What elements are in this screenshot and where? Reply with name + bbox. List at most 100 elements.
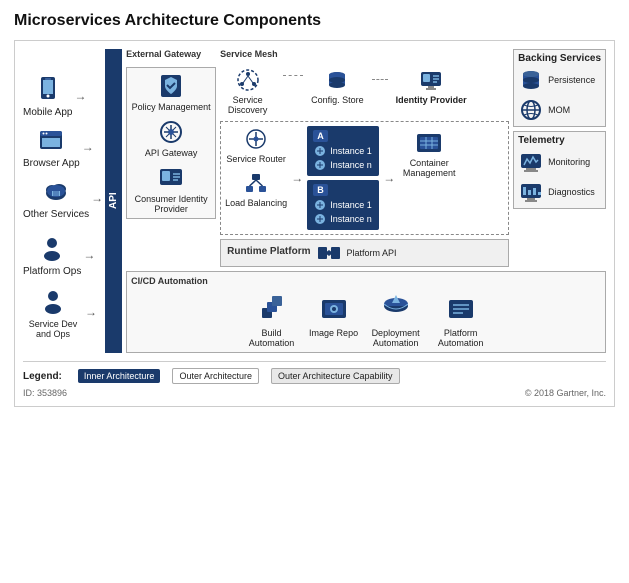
load-balancing: Load Balancing — [225, 170, 287, 208]
platform-api-label: Platform API — [346, 248, 396, 258]
clients-column: Mobile App → — [23, 49, 105, 353]
instance-a-n-label: Instance n — [330, 160, 372, 170]
client-mobile: Mobile App — [23, 73, 72, 118]
instance-a-letter: A — [313, 130, 328, 142]
container-mgmt-label: Container Management — [402, 158, 457, 178]
instance-group: A Instance 1 Instance n — [307, 126, 379, 230]
identity-provider: Identity Provider — [396, 67, 467, 105]
gateway-label: External Gateway — [126, 49, 216, 59]
arrow-to-container: → — [383, 171, 395, 185]
mobile-label: Mobile App — [23, 107, 72, 118]
telemetry-box: Telemetry — [513, 131, 606, 209]
container-mgmt: Container Management — [399, 126, 459, 178]
diagnostics-item: Diagnostics — [518, 179, 601, 205]
config-store-label: Config. Store — [311, 95, 364, 105]
legend: Legend: Inner Architecture Outer Archite… — [23, 361, 606, 384]
legend-inner-box: Inner Architecture — [78, 369, 161, 383]
arrow-browser: → — [82, 140, 94, 154]
cloud-icon — [40, 175, 72, 207]
persistence-label: Persistence — [548, 75, 595, 85]
diagnostics-label: Diagnostics — [548, 187, 595, 197]
backing-title: Backing Services — [518, 53, 601, 64]
service-discovery: Service Discovery — [220, 67, 275, 115]
mesh-top-row: Service Discovery — [220, 67, 509, 115]
page-wrapper: Microservices Architecture Components — [14, 12, 615, 407]
runtime-label: Runtime Platform — [227, 246, 310, 257]
cicd-title: CI/CD Automation — [131, 276, 601, 286]
footer: ID: 353896 © 2018 Gartner, Inc. — [23, 388, 606, 398]
instance-b-n: Instance n — [313, 212, 373, 226]
arrow-ops: → — [83, 248, 95, 262]
telemetry-items: Monitoring — [518, 149, 601, 205]
top-section-row: External Gateway Policy Management — [126, 49, 606, 267]
client-dev: Service Dev and Ops — [23, 285, 83, 339]
mom-item: MOM — [518, 97, 601, 123]
instance-a-1-label: Instance 1 — [330, 146, 372, 156]
legend-outer-cap: Outer Architecture Capability — [271, 368, 400, 384]
dev-label: Service Dev and Ops — [23, 319, 83, 339]
page-title: Microservices Architecture Components — [14, 12, 615, 30]
instance-a-1: Instance 1 — [313, 144, 373, 158]
instance-b: B Instance 1 Instance n — [307, 180, 379, 230]
mesh-area: Service Mesh — [220, 49, 509, 267]
mesh-dashed-box: Service Router — [220, 121, 509, 235]
mesh-section-label: Service Mesh — [220, 49, 509, 59]
api-gateway: API Gateway — [131, 118, 211, 158]
instance-b-letter: B — [313, 184, 328, 196]
persistence-item: Persistence — [518, 67, 601, 93]
dashed-line-2 — [372, 79, 388, 80]
arrow-mobile: → — [74, 89, 86, 103]
legend-outer: Outer Architecture — [172, 368, 259, 384]
client-browser-row: Browser App → — [23, 124, 103, 169]
monitoring-label: Monitoring — [548, 157, 590, 167]
client-dev-row: Service Dev and Ops → — [23, 285, 103, 339]
deploy-automation: Deployment Automation — [368, 290, 423, 348]
arrow-dev: → — [85, 305, 97, 319]
lb-label: Load Balancing — [225, 198, 287, 208]
arrow-services: → — [91, 191, 103, 205]
api-gateway-label: API Gateway — [145, 148, 198, 158]
right-column: Backing Services — [513, 49, 606, 267]
router-label: Service Router — [226, 154, 286, 164]
legend-outer-box: Outer Architecture — [172, 368, 259, 384]
policy-label: Policy Management — [132, 102, 211, 112]
discovery-label: Service Discovery — [220, 95, 275, 115]
platform-auto-label: Platform Automation — [433, 328, 488, 348]
router-lb-col: Service Router — [225, 126, 287, 208]
deploy-label: Deployment Automation — [368, 328, 423, 348]
client-services: Other Services — [23, 175, 89, 220]
consumer-identity: Consumer Identity Provider — [131, 164, 211, 214]
build-automation: Build Automation — [244, 290, 299, 348]
api-bar: API — [105, 49, 122, 353]
footer-id: ID: 353896 — [23, 388, 67, 398]
cicd-items: Build Automation Image Repo — [131, 290, 601, 348]
identity-provider-label: Identity Provider — [396, 95, 467, 105]
image-repo: Image Repo — [309, 290, 358, 338]
instance-a-n: Instance n — [313, 158, 373, 172]
service-router: Service Router — [226, 126, 286, 164]
diagram-container: Mobile App → — [14, 40, 615, 407]
instance-b-1-label: Instance 1 — [330, 200, 372, 210]
runtime-box: Runtime Platform Platform API — [220, 239, 509, 267]
browser-icon — [35, 124, 67, 156]
client-mobile-row: Mobile App → — [23, 73, 103, 118]
mobile-icon — [32, 73, 64, 105]
dashed-connector — [283, 75, 303, 76]
telemetry-title: Telemetry — [518, 135, 601, 146]
footer-copyright: © 2018 Gartner, Inc. — [525, 388, 606, 398]
client-services-row: Other Services → — [23, 175, 103, 220]
policy-mgmt: Policy Management — [131, 72, 211, 112]
build-label: Build Automation — [244, 328, 299, 348]
instance-b-1: Instance 1 — [313, 198, 373, 212]
legend-inner: Inner Architecture — [78, 369, 161, 383]
instance-a: A Instance 1 Instance n — [307, 126, 379, 176]
browser-label: Browser App — [23, 158, 80, 169]
mom-label: MOM — [548, 105, 570, 115]
legend-outer-cap-box: Outer Architecture Capability — [271, 368, 400, 384]
external-gateway-col: External Gateway Policy Management — [126, 49, 216, 267]
legend-label: Legend: — [23, 371, 62, 382]
backing-services-box: Backing Services — [513, 49, 606, 127]
client-browser: Browser App — [23, 124, 80, 169]
consumer-id-label: Consumer Identity Provider — [131, 194, 211, 214]
instance-b-n-label: Instance n — [330, 214, 372, 224]
